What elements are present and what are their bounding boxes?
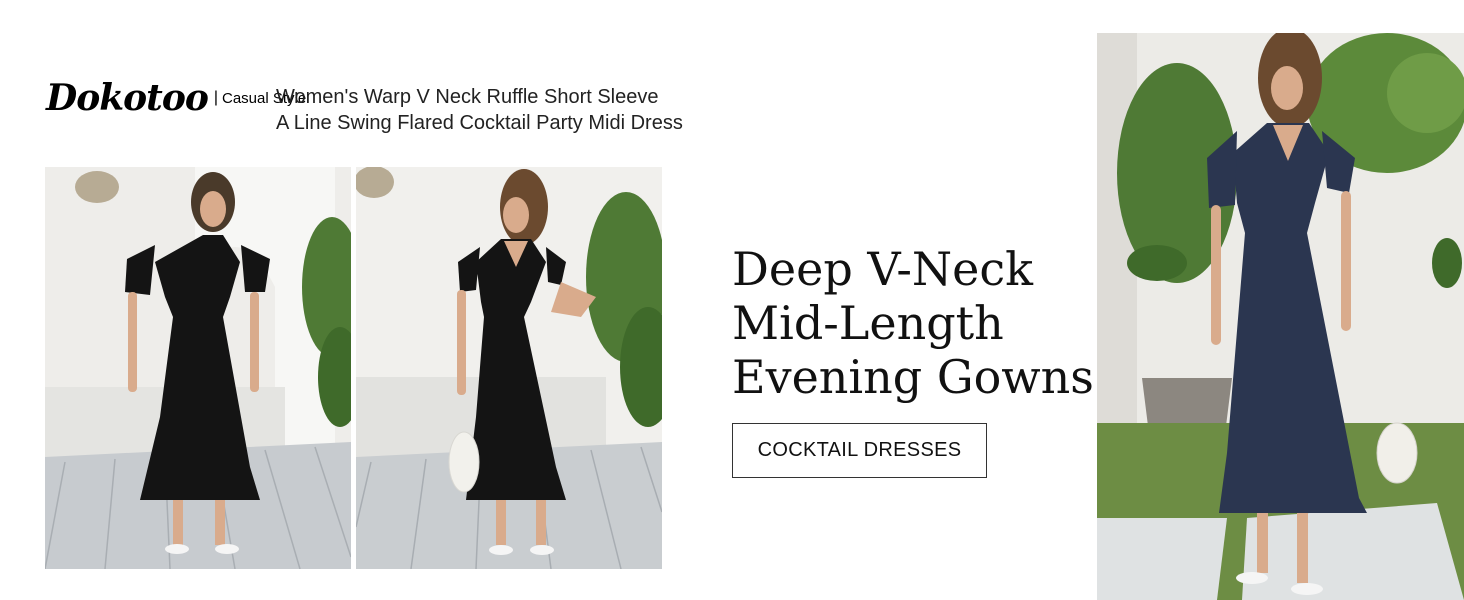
product-title-line-2: A Line Swing Flared Cocktail Party Midi …: [276, 112, 683, 134]
hero-photo-navy-dress[interactable]: [1097, 33, 1464, 600]
product-title: Women's Warp V Neck Ruffle Short Sleeve …: [276, 84, 683, 136]
product-photo-back-view[interactable]: [45, 167, 351, 569]
product-photo-front-view[interactable]: [356, 167, 662, 569]
brand-separator: |: [213, 89, 218, 106]
brand-logo[interactable]: Dokotoo: [46, 80, 209, 116]
headline-line-3: Evening Gowns: [732, 350, 1094, 404]
cocktail-dresses-button[interactable]: COCKTAIL DRESSES: [732, 423, 987, 478]
brand-block: Dokotoo | Casual Style: [46, 80, 306, 116]
headline-line-2: Mid-Length: [732, 296, 1004, 350]
promo-headline: Deep V-Neck Mid-Length Evening Gowns: [732, 242, 1094, 404]
product-title-line-1: Women's Warp V Neck Ruffle Short Sleeve: [276, 86, 659, 108]
headline-line-1: Deep V-Neck: [732, 242, 1034, 296]
